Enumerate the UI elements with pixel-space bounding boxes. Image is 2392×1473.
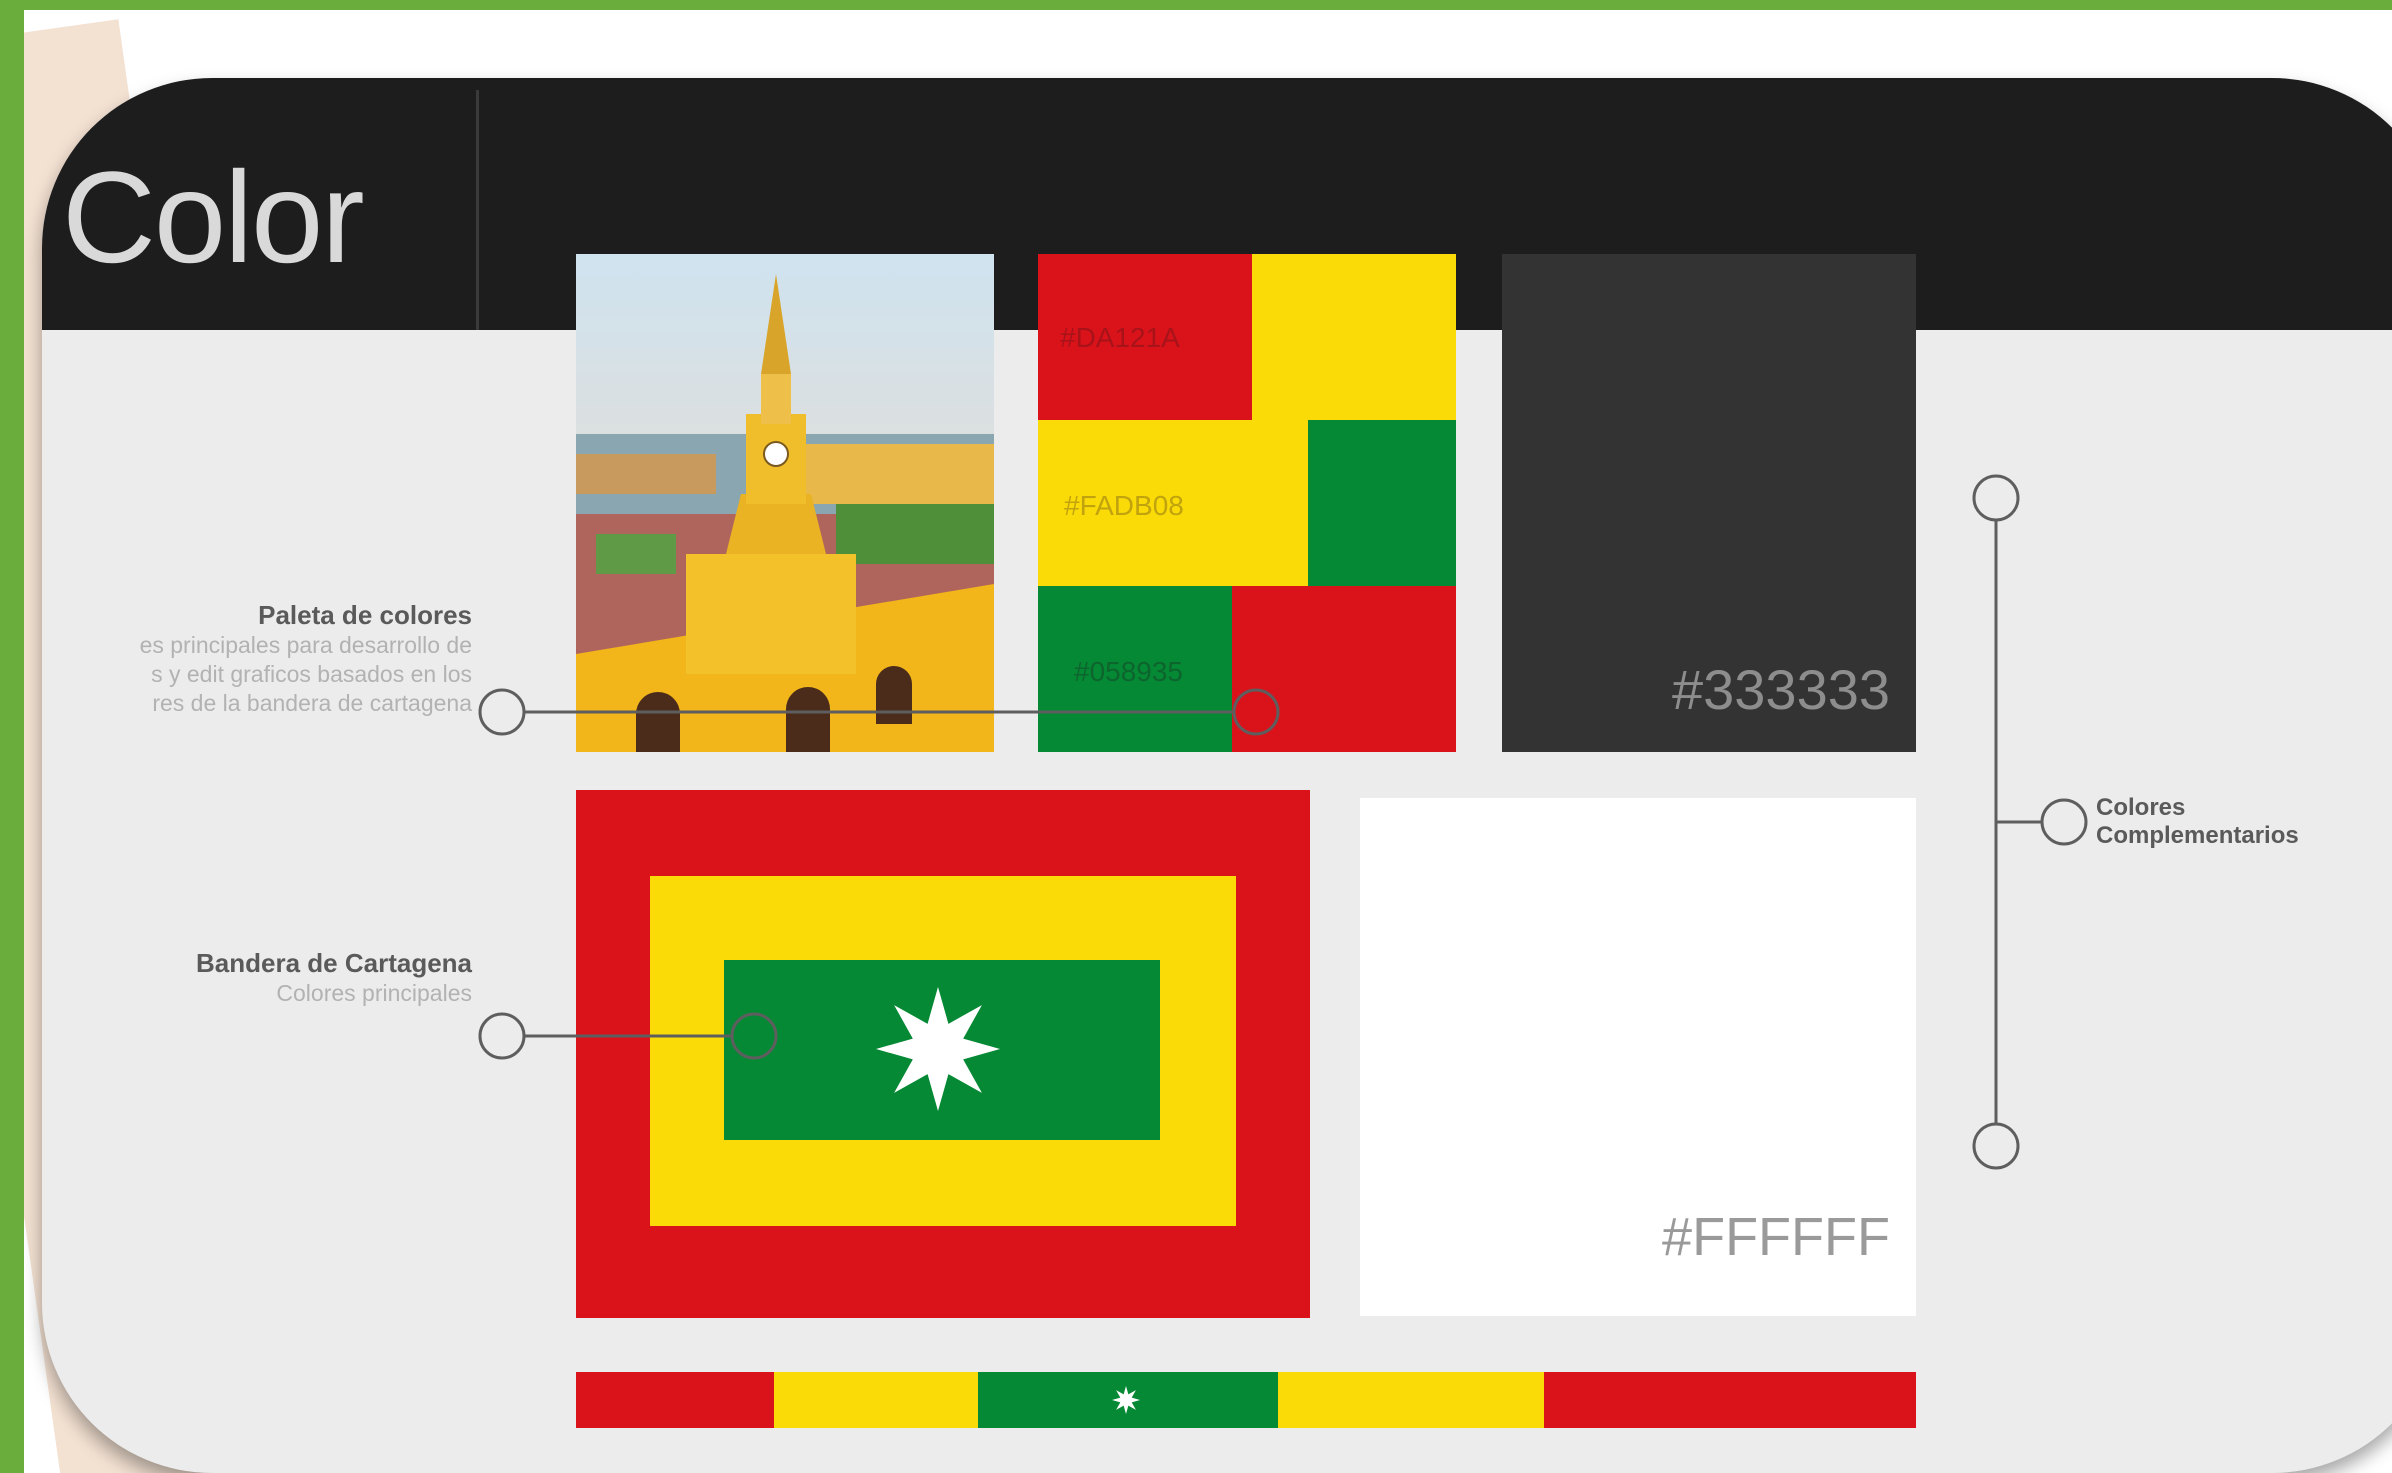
connector-lines xyxy=(478,474,2088,1170)
palette-annotation: Paleta de colores es principales para de… xyxy=(42,600,472,717)
flag-annotation-title: Bandera de Cartagena xyxy=(196,948,472,978)
complementary-annotation-line-2: Complementarios xyxy=(2096,822,2299,849)
palette-annotation-line-1: es principales para desarrollo de xyxy=(139,632,472,658)
slide-frame: Color #DA121A #FADB08 #058935 #333333 #F… xyxy=(24,10,2392,1473)
palette-annotation-line-3: res de la bandera de cartagena xyxy=(152,689,472,716)
flag-annotation: Bandera de Cartagena Colores principales xyxy=(42,948,472,1008)
palette-annotation-title: Paleta de colores xyxy=(258,600,472,630)
flag-annotation-desc: Colores principales xyxy=(276,980,472,1006)
palette-annotation-line-2: s y edit graficos basados en los xyxy=(151,660,472,687)
complementary-annotation: Colores Complementarios xyxy=(2096,794,2299,850)
slide-card: Color #DA121A #FADB08 #058935 #333333 #F… xyxy=(42,78,2392,1473)
complementary-annotation-line-1: Colores xyxy=(2096,794,2186,821)
